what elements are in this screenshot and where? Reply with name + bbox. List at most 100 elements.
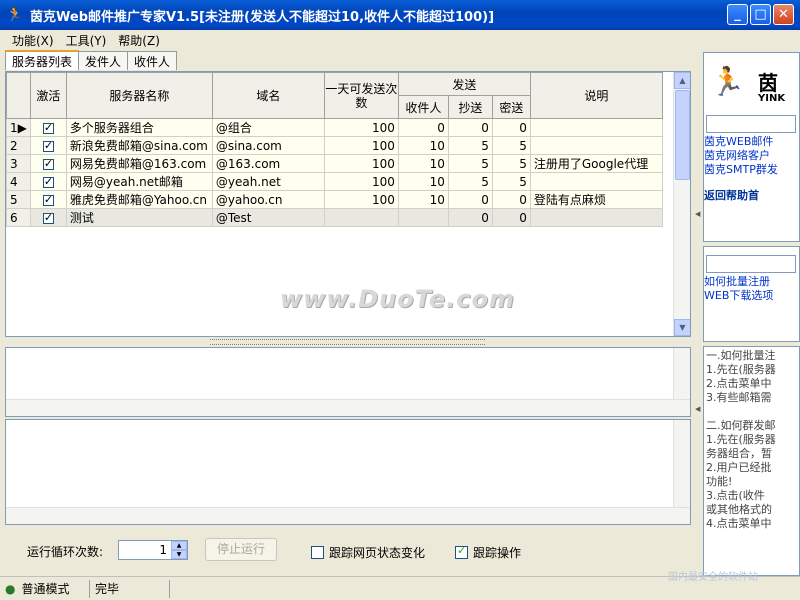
maximize-button[interactable]: □ [750, 4, 771, 25]
cell-to[interactable]: 0 [397, 118, 449, 137]
checkbox-checked-icon[interactable] [455, 544, 468, 559]
scroll-thumb[interactable] [675, 90, 690, 180]
header-cc[interactable]: 抄送 [447, 95, 493, 119]
tab-server-list[interactable]: 服务器列表 [5, 50, 80, 70]
active-checkbox[interactable] [29, 154, 67, 173]
loop-count-value[interactable]: 1 [159, 543, 167, 557]
header-domain[interactable]: 域名 [211, 72, 325, 119]
ad-search-input[interactable] [706, 115, 796, 133]
active-checkbox[interactable] [29, 118, 67, 137]
cell-daily[interactable]: 100 [323, 190, 399, 209]
cell-to[interactable]: 10 [397, 136, 449, 155]
checkbox-icon[interactable] [311, 546, 324, 559]
table-row[interactable]: 6 测试 @Test 0 0 [6, 208, 663, 227]
help-link[interactable]: 如何批量注册 [704, 275, 799, 289]
cell-note[interactable] [529, 172, 663, 191]
cell-server-name[interactable]: 网易@yeah.net邮箱 [65, 172, 213, 191]
cell-domain[interactable]: @yeah.net [211, 172, 325, 191]
cell-cc[interactable]: 5 [447, 136, 493, 155]
cell-daily[interactable]: 100 [323, 136, 399, 155]
cell-server-name[interactable]: 新浪免费邮箱@sina.com [65, 136, 213, 155]
cell-daily[interactable]: 100 [323, 172, 399, 191]
cell-bcc[interactable]: 0 [491, 190, 531, 209]
menu-function[interactable]: 功能(X) [6, 32, 60, 49]
cell-daily[interactable]: 100 [323, 154, 399, 173]
cell-cc[interactable]: 0 [447, 118, 493, 137]
table-row[interactable]: 4 网易@yeah.net邮箱 @yeah.net 100 10 5 5 [6, 172, 663, 191]
cell-daily[interactable]: 100 [323, 118, 399, 137]
loop-count-spinner[interactable]: 1 ▲ ▼ [118, 540, 188, 560]
table-row[interactable]: 3 网易免费邮箱@163.com @163.com 100 10 5 5 注册用… [6, 154, 663, 173]
log-pane-bottom[interactable] [5, 419, 691, 525]
log-pane-top[interactable] [5, 347, 691, 417]
active-checkbox[interactable] [29, 172, 67, 191]
header-server-name[interactable]: 服务器名称 [65, 72, 213, 119]
cell-bcc[interactable]: 0 [491, 208, 531, 227]
cell-server-name[interactable]: 多个服务器组合 [65, 118, 213, 137]
cell-bcc[interactable]: 5 [491, 154, 531, 173]
header-daily-max[interactable]: 一天可发送次数 [323, 72, 399, 119]
ad-link[interactable]: 茵克WEB邮件 [704, 135, 799, 149]
cell-to[interactable]: 10 [397, 172, 449, 191]
ad-link[interactable]: 茵克网络客户 [704, 149, 799, 163]
back-home-link[interactable]: 返回帮助首 [704, 189, 799, 203]
cell-note[interactable] [529, 118, 663, 137]
splitter-handle[interactable] [210, 339, 485, 345]
cell-domain[interactable]: @组合 [211, 118, 325, 137]
cell-domain[interactable]: @sina.com [211, 136, 325, 155]
cell-note[interactable] [529, 208, 663, 227]
cell-to[interactable] [397, 208, 449, 227]
cell-cc[interactable]: 5 [447, 172, 493, 191]
active-checkbox[interactable] [29, 136, 67, 155]
track-page-checkbox[interactable]: 跟踪网页状态变化 [311, 544, 425, 561]
active-checkbox[interactable] [29, 208, 67, 227]
table-row[interactable]: 1▶ 多个服务器组合 @组合 100 0 0 0 [6, 118, 663, 137]
spin-down-icon[interactable]: ▼ [171, 550, 187, 559]
cell-to[interactable]: 10 [397, 154, 449, 173]
ad-link[interactable]: 茵克SMTP群发 [704, 163, 799, 177]
grid-vertical-scrollbar[interactable]: ▲ ▼ [673, 72, 690, 336]
menu-tools[interactable]: 工具(Y) [60, 32, 113, 49]
side-panel-grip[interactable]: ◀ ◀ [694, 50, 702, 576]
log-bottom-hscroll[interactable] [6, 507, 690, 524]
help-search-input[interactable] [706, 255, 796, 273]
table-row[interactable]: 5 雅虎免费邮箱@Yahoo.cn @yahoo.cn 100 10 0 0 登… [6, 190, 663, 209]
cell-server-name[interactable]: 测试 [65, 208, 213, 227]
tab-senders[interactable]: 发件人 [78, 51, 129, 70]
cell-cc[interactable]: 5 [447, 154, 493, 173]
spin-up-icon[interactable]: ▲ [171, 541, 187, 550]
stop-button[interactable]: 停止运行 [205, 538, 277, 561]
table-row[interactable]: 2 新浪免费邮箱@sina.com @sina.com 100 10 5 5 [6, 136, 663, 155]
cell-cc[interactable]: 0 [447, 208, 493, 227]
cell-server-name[interactable]: 雅虎免费邮箱@Yahoo.cn [65, 190, 213, 209]
log-top-hscroll[interactable] [6, 399, 690, 416]
scroll-down-icon[interactable]: ▼ [674, 319, 690, 336]
cell-server-name[interactable]: 网易免费邮箱@163.com [65, 154, 213, 173]
cell-daily[interactable] [323, 208, 399, 227]
cell-bcc[interactable]: 5 [491, 172, 531, 191]
log-bottom-vscroll[interactable] [673, 420, 690, 509]
minimize-button[interactable]: _ [727, 4, 748, 25]
cell-domain[interactable]: @yahoo.cn [211, 190, 325, 209]
menu-help[interactable]: 帮助(Z) [112, 32, 166, 49]
tab-recipients[interactable]: 收件人 [127, 51, 178, 70]
cell-cc[interactable]: 0 [447, 190, 493, 209]
header-to[interactable]: 收件人 [397, 95, 449, 119]
header-active[interactable]: 激活 [29, 72, 67, 119]
header-bcc[interactable]: 密送 [491, 95, 531, 119]
close-button[interactable]: ✕ [773, 4, 794, 25]
cell-note[interactable] [529, 136, 663, 155]
cell-domain[interactable]: @Test [211, 208, 325, 227]
cell-bcc[interactable]: 0 [491, 118, 531, 137]
cell-domain[interactable]: @163.com [211, 154, 325, 173]
scroll-up-icon[interactable]: ▲ [674, 72, 690, 89]
active-checkbox[interactable] [29, 190, 67, 209]
cell-to[interactable]: 10 [397, 190, 449, 209]
cell-note[interactable]: 注册用了Google代理 [529, 154, 663, 173]
help-link[interactable]: WEB下载选项 [704, 289, 799, 303]
cell-note[interactable]: 登陆有点麻烦 [529, 190, 663, 209]
track-action-checkbox[interactable]: 跟踪操作 [455, 544, 521, 561]
cell-bcc[interactable]: 5 [491, 136, 531, 155]
log-top-vscroll[interactable] [673, 348, 690, 401]
header-note[interactable]: 说明 [529, 72, 663, 119]
